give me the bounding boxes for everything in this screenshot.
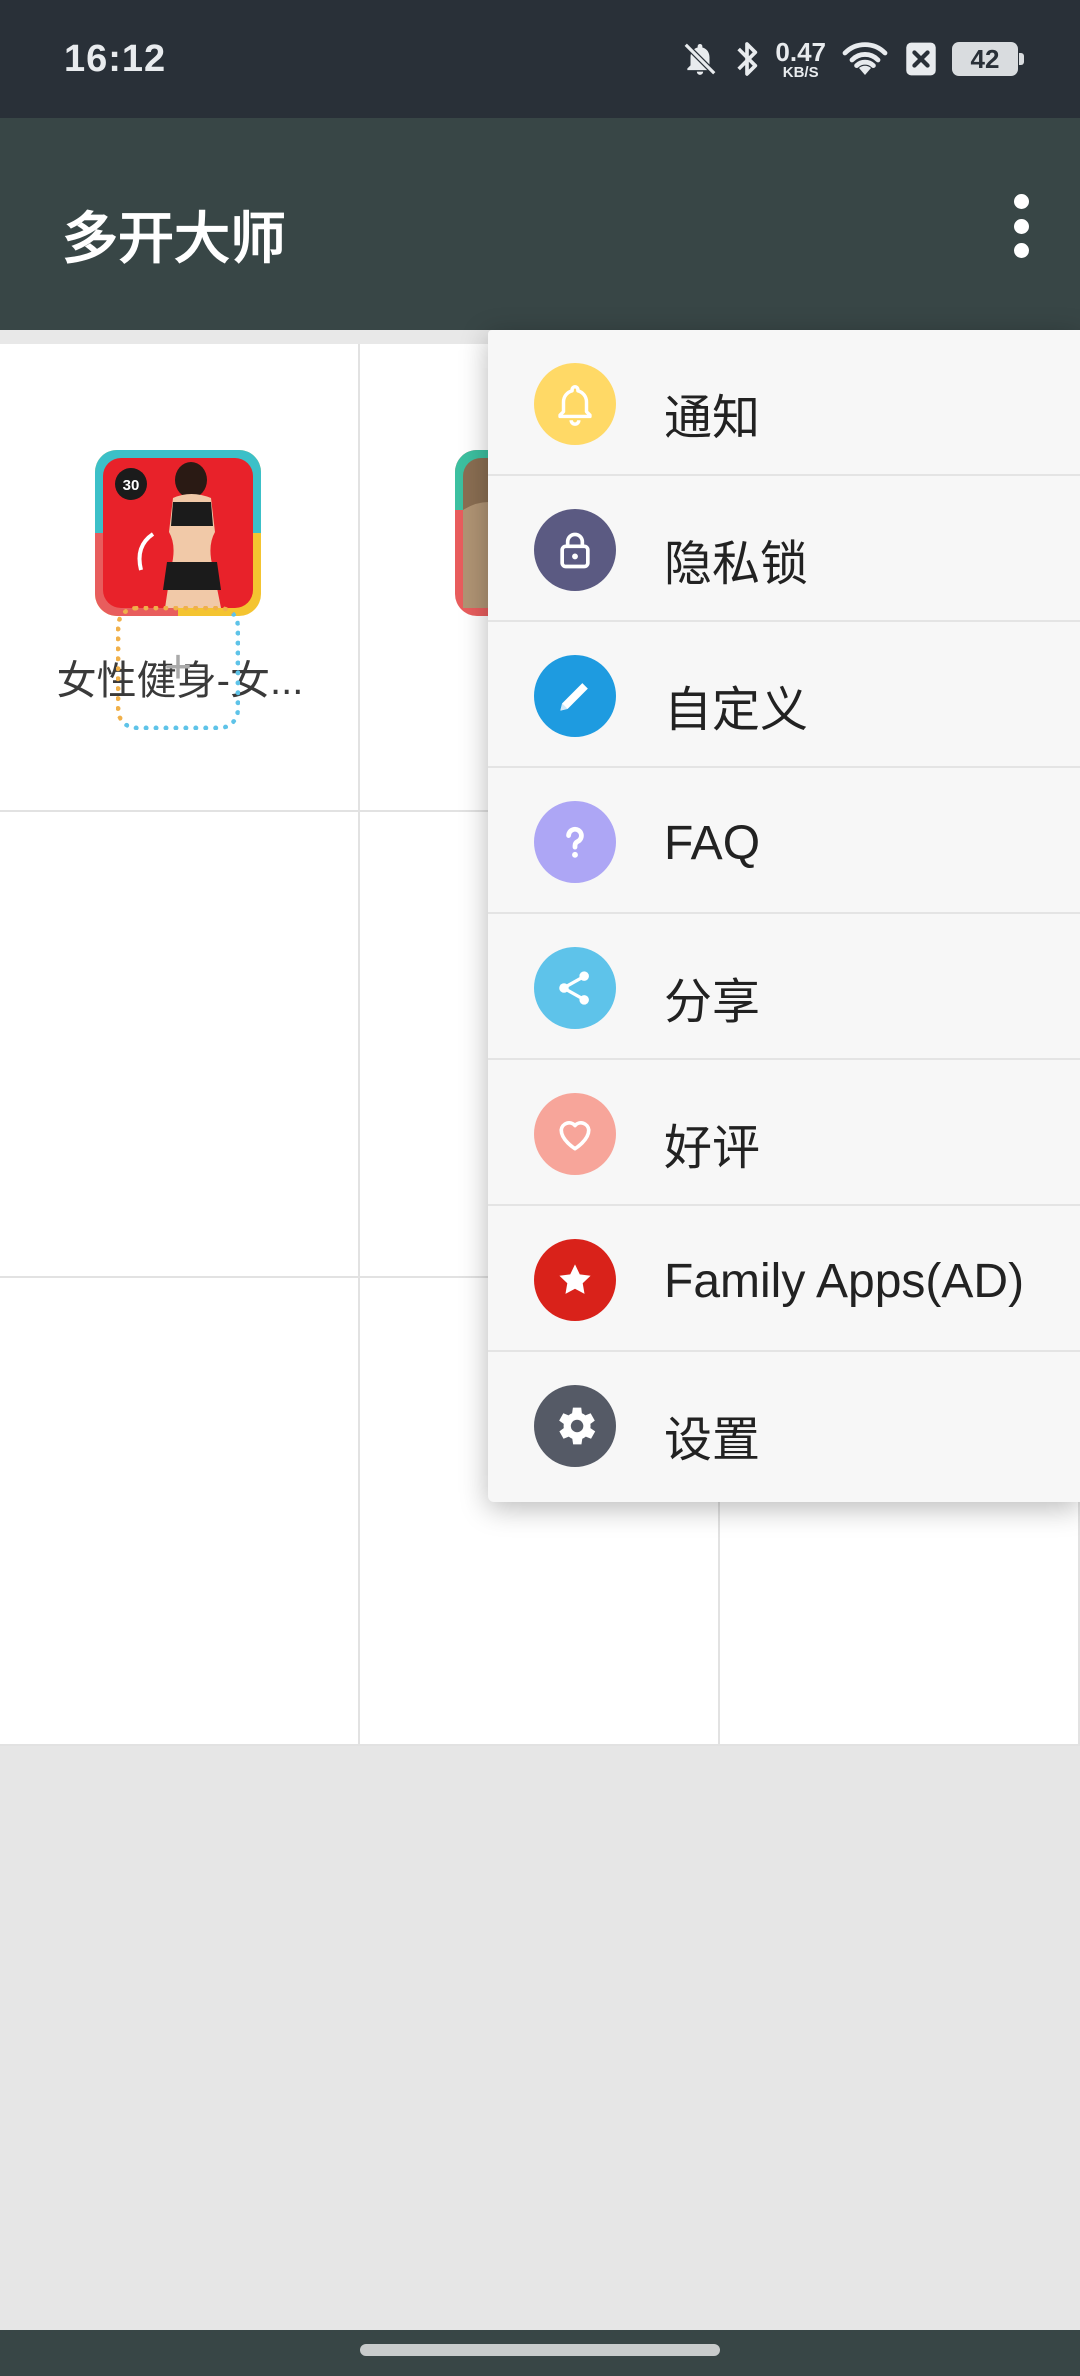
more-vert-icon[interactable] [996, 190, 1046, 262]
menu-label: FAQ [664, 817, 761, 870]
background-area [0, 1746, 1080, 2330]
status-icons: 0.47 KB/S 42 [681, 34, 1024, 84]
net-speed-value: 0.47 [775, 36, 826, 67]
bluetooth-icon [733, 39, 761, 79]
home-handle[interactable] [360, 2344, 720, 2356]
net-speed-unit: KB/S [782, 63, 819, 81]
menu-label: 好评 [664, 1122, 761, 1175]
heart-icon [534, 1093, 616, 1175]
menu-label: Family Apps(AD) [664, 1255, 1025, 1308]
menu-label: 自定义 [664, 684, 809, 737]
status-bar: 16:12 0.47 KB/S 42 [0, 0, 1080, 118]
menu-item-faq[interactable]: FAQ [488, 768, 1080, 914]
pencil-icon [534, 655, 616, 737]
menu-label: 设置 [664, 1414, 761, 1467]
navigation-bar [0, 2330, 1080, 2376]
question-icon [534, 801, 616, 883]
app-title: 多开大师 [62, 207, 286, 270]
menu-label: 通知 [664, 392, 761, 445]
wifi-icon [840, 39, 890, 79]
menu-label: 分享 [664, 976, 761, 1029]
status-time: 16:12 [64, 38, 167, 80]
menu-item-family-apps[interactable]: Family Apps(AD) [488, 1206, 1080, 1352]
empty-cell [0, 1278, 360, 1746]
menu-item-privacy-lock[interactable]: 隐私锁 [488, 476, 1080, 622]
share-icon [534, 947, 616, 1029]
battery-icon: 42 [952, 42, 1024, 76]
battery-level: 42 [970, 43, 1000, 74]
svg-text:30: 30 [123, 477, 140, 494]
bell-off-icon [681, 40, 719, 78]
menu-item-share[interactable]: 分享 [488, 914, 1080, 1060]
lock-icon [534, 509, 616, 591]
menu-item-settings[interactable]: 设置 [488, 1352, 1080, 1498]
plus-icon: + [163, 641, 193, 694]
fitness-app-icon[interactable]: 30 [95, 450, 261, 616]
overflow-menu: 通知 隐私锁 自定义 FAQ 分享 好评 Family Apps(AD) 设置 [488, 330, 1080, 1502]
add-cell[interactable] [0, 812, 360, 1278]
menu-label: 隐私锁 [664, 538, 809, 591]
menu-item-customize[interactable]: 自定义 [488, 622, 1080, 768]
app-bar: 多开大师 [0, 118, 1080, 330]
star-icon [534, 1239, 616, 1321]
add-app-button[interactable]: + [116, 606, 240, 730]
menu-item-rate[interactable]: 好评 [488, 1060, 1080, 1206]
bell-icon [534, 363, 616, 445]
net-speed: 0.47 KB/S [775, 39, 826, 80]
gear-icon [534, 1385, 616, 1467]
sim-x-icon [904, 41, 938, 77]
menu-item-notification[interactable]: 通知 [488, 330, 1080, 476]
